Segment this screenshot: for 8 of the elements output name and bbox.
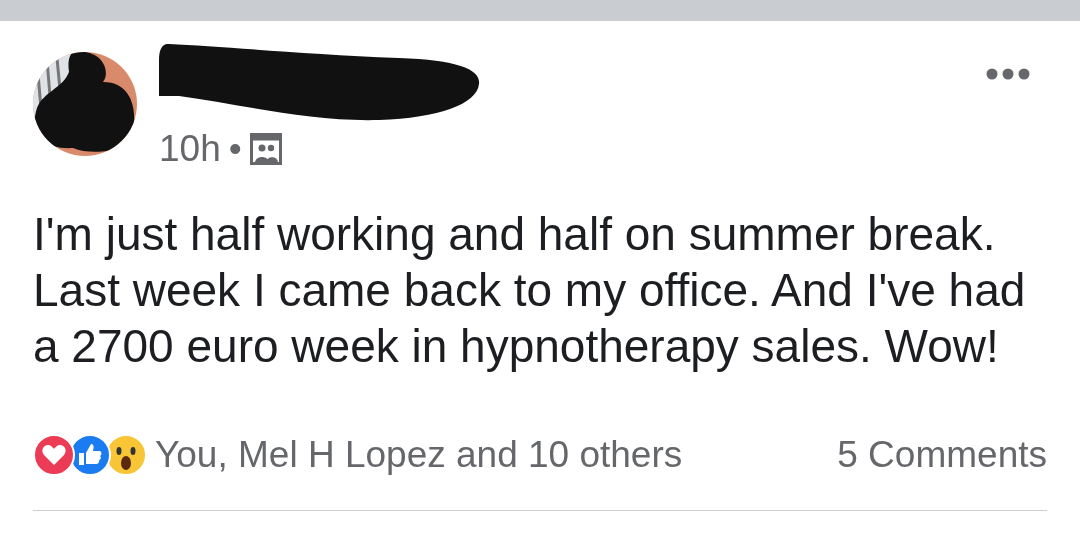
heart-reaction-icon — [33, 434, 75, 476]
reactions-summary[interactable]: You, Mel H Lopez and 10 others — [155, 434, 683, 476]
post-time[interactable]: 10h — [159, 128, 221, 170]
comments-count[interactable]: 5 Comments — [837, 434, 1047, 476]
post-text: I'm just half working and half on summer break. Last week I came back to my office. And I've had a 2700 euro week in hypnotherapy sales. Wow! — [33, 207, 1027, 374]
more-options-icon[interactable] — [986, 68, 1030, 80]
separator-dot: • — [228, 128, 242, 170]
audience-icon — [249, 133, 282, 165]
